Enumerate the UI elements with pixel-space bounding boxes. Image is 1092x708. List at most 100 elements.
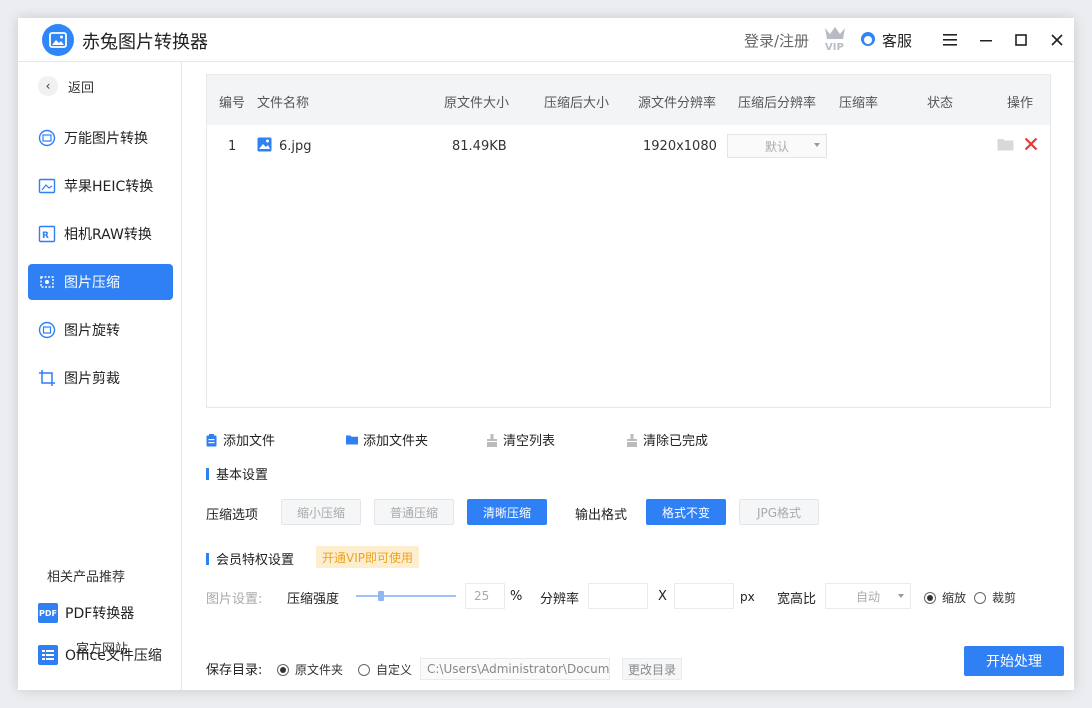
compress-normal-button[interactable]: 普通压缩 xyxy=(374,499,454,525)
row-size: 81.49KB xyxy=(452,139,507,154)
app-title: 赤兔图片转换器 xyxy=(82,32,208,53)
chevron-down-icon xyxy=(898,594,904,598)
sidebar-item-crop[interactable]: 图片剪裁 xyxy=(28,360,173,396)
add-file-button[interactable]: 添加文件 xyxy=(206,430,275,449)
recommend-title: 相关产品推荐 xyxy=(47,570,126,585)
crop-icon xyxy=(38,369,56,387)
login-link[interactable]: 登录/注册 xyxy=(744,30,809,51)
add-file-icon xyxy=(206,433,218,446)
row-resolution: 1920x1080 xyxy=(643,139,717,154)
mode-crop-radio[interactable]: 裁剪 xyxy=(974,589,1016,606)
recommend-pdf[interactable]: PDF PDF转换器 xyxy=(38,601,134,625)
vip-settings-title: 会员特权设置 xyxy=(206,549,294,568)
add-file-label: 添加文件 xyxy=(223,434,276,449)
rotate-icon xyxy=(38,321,56,339)
save-path-input[interactable]: C:\Users\Administrator\Docume xyxy=(420,658,610,680)
add-folder-button[interactable]: 添加文件夹 xyxy=(346,430,428,449)
percent-unit: % xyxy=(510,589,523,604)
save-original-radio[interactable]: 原文件夹 xyxy=(277,661,343,678)
strength-label: 压缩强度 xyxy=(287,592,340,607)
vip-badge[interactable]: 开通VIP即可使用 xyxy=(316,546,419,568)
office-icon xyxy=(38,645,58,665)
recommend-label: PDF转换器 xyxy=(65,606,135,622)
delete-icon[interactable] xyxy=(1024,137,1038,155)
width-input[interactable] xyxy=(588,583,648,609)
aspect-select[interactable]: 自动 xyxy=(825,583,911,609)
col-index: 编号 xyxy=(219,96,246,111)
clear-done-button[interactable]: 清除已完成 xyxy=(626,430,708,449)
image-file-icon xyxy=(257,137,272,156)
chevron-down-icon xyxy=(814,143,820,147)
chevron-left-icon: ‹ xyxy=(38,76,58,96)
start-button[interactable]: 开始处理 xyxy=(964,646,1064,676)
basic-settings-title: 基本设置 xyxy=(206,464,268,483)
col-resolution: 源文件分辨率 xyxy=(638,96,717,111)
radio-checked-icon xyxy=(924,591,936,604)
format-jpg-button[interactable]: JPG格式 xyxy=(739,499,819,525)
compress-option-label: 压缩选项 xyxy=(206,508,259,523)
col-name: 文件名称 xyxy=(257,96,310,111)
compress-icon xyxy=(38,273,56,291)
sidebar-item-compress[interactable]: 图片压缩 xyxy=(28,264,173,300)
target-resolution-value: 默认 xyxy=(764,139,789,154)
save-custom-radio[interactable]: 自定义 xyxy=(358,661,412,678)
raw-icon: R xyxy=(38,225,56,243)
sidebar-item-label: 图片旋转 xyxy=(64,323,120,339)
sidebar-item-rotate[interactable]: 图片旋转 xyxy=(28,312,173,348)
aspect-label: 宽高比 xyxy=(777,592,817,607)
radio-checked-icon xyxy=(277,663,289,676)
row-file-name: 6.jpg xyxy=(279,139,312,154)
table-header: 编号 文件名称 原文件大小 压缩后大小 源文件分辨率 压缩后分辨率 压缩率 状态… xyxy=(207,75,1050,125)
format-unchanged-button[interactable]: 格式不变 xyxy=(646,499,726,525)
app-window: 赤兔图片转换器 登录/注册 VIP 客服 ‹ 返回 万能图片转换 苹果HEIC转… xyxy=(18,18,1074,690)
target-resolution-select[interactable]: 默认 xyxy=(727,134,827,158)
service-icon[interactable] xyxy=(860,30,876,48)
open-folder-icon[interactable] xyxy=(997,138,1014,155)
slider-handle[interactable] xyxy=(378,591,384,601)
file-table: 编号 文件名称 原文件大小 压缩后大小 源文件分辨率 压缩后分辨率 压缩率 状态… xyxy=(206,74,1051,408)
back-button[interactable]: ‹ 返回 xyxy=(38,74,94,98)
mode-scale-radio[interactable]: 缩放 xyxy=(924,589,966,606)
compress-clear-button[interactable]: 清晰压缩 xyxy=(467,499,547,525)
sidebar-item-label: 万能图片转换 xyxy=(64,131,148,147)
col-actions: 操作 xyxy=(1007,96,1034,111)
pdf-icon: PDF xyxy=(38,603,58,623)
minimize-icon[interactable] xyxy=(974,28,998,52)
output-format-label: 输出格式 xyxy=(575,508,628,523)
sidebar-item-label: 图片压缩 xyxy=(64,275,120,291)
sidebar-item-label: 图片剪裁 xyxy=(64,371,120,387)
image-settings-label: 图片设置: xyxy=(206,592,263,607)
px-unit: px xyxy=(740,590,755,604)
sidebar-item-raw[interactable]: R 相机RAW转换 xyxy=(28,216,173,252)
add-folder-icon xyxy=(346,434,358,446)
back-label: 返回 xyxy=(68,80,95,96)
service-link[interactable]: 客服 xyxy=(882,30,912,51)
save-dir-label: 保存目录: xyxy=(206,663,263,678)
close-icon[interactable] xyxy=(1045,28,1069,52)
maximize-icon[interactable] xyxy=(1009,28,1033,52)
sidebar-item-heic[interactable]: 苹果HEIC转换 xyxy=(28,168,173,204)
strength-input[interactable]: 25 xyxy=(465,583,505,609)
broom-icon xyxy=(486,433,498,447)
vip-crown-icon[interactable]: VIP xyxy=(822,24,848,53)
x-separator: X xyxy=(658,589,667,604)
clear-list-button[interactable]: 清空列表 xyxy=(486,430,555,449)
col-ratio: 压缩率 xyxy=(839,96,879,111)
broom-icon xyxy=(626,433,638,447)
menu-icon[interactable] xyxy=(938,28,962,52)
app-logo-icon xyxy=(42,24,74,56)
col-target-resolution: 压缩后分辨率 xyxy=(738,96,817,111)
resolution-label: 分辨率 xyxy=(540,592,580,607)
clear-done-label: 清除已完成 xyxy=(643,434,709,449)
change-dir-button[interactable]: 更改目录 xyxy=(622,658,682,680)
col-status: 状态 xyxy=(927,96,954,111)
strength-slider[interactable] xyxy=(356,591,456,601)
title-bar: 赤兔图片转换器 登录/注册 VIP 客服 xyxy=(18,18,1074,62)
compress-small-button[interactable]: 缩小压缩 xyxy=(281,499,361,525)
aspect-value: 自动 xyxy=(855,589,880,604)
sidebar-item-label: 苹果HEIC转换 xyxy=(64,179,154,195)
clear-list-label: 清空列表 xyxy=(503,434,556,449)
official-site-link[interactable]: 官方网站 xyxy=(76,638,128,657)
height-input[interactable] xyxy=(674,583,734,609)
sidebar-item-image-convert[interactable]: 万能图片转换 xyxy=(28,120,173,156)
